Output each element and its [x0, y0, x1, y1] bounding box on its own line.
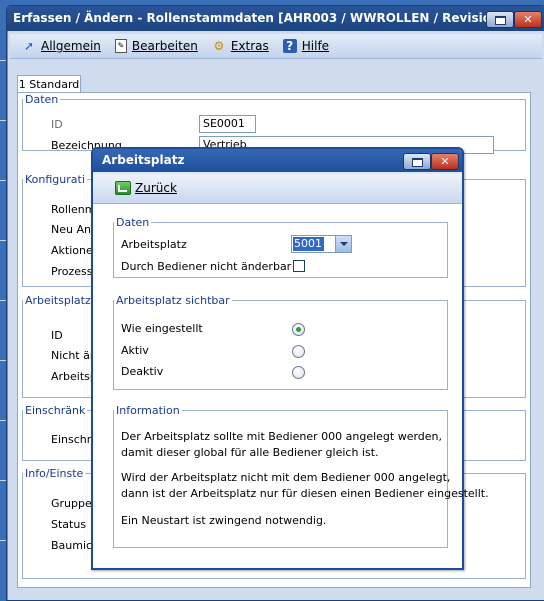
option-label: Deaktiv: [121, 365, 164, 378]
group-legend: Information: [116, 404, 180, 417]
info-text: Ein Neustart ist zwingend notwendig.: [121, 514, 327, 527]
dialog-body: Daten Arbeitsplatz 5001 Durch Bediener n…: [93, 204, 489, 568]
dialog-minimize-button[interactable]: [403, 153, 431, 170]
edit-icon: ✎: [114, 39, 127, 53]
dialog-group-sichtbar: Arbeitsplatz sichtbar: [113, 294, 448, 390]
window-icon: [495, 16, 506, 25]
group-legend: Info/Einste: [25, 467, 84, 480]
arbeitsplatz-row: ID: [51, 329, 63, 342]
menu-bar: ➚ Allgemein ✎ Bearbeiten ⚙ Extras ? Hilf…: [10, 34, 542, 59]
dialog-close-button[interactable]: ✕: [431, 153, 459, 170]
arbeitsplatz-value: 5001: [293, 237, 324, 251]
group-legend: Daten: [25, 93, 59, 106]
window-title: Erfassen / Ändern - Rollenstammdaten [AH…: [7, 6, 544, 31]
radio-aktiv[interactable]: [292, 345, 305, 358]
option-label: Wie eingestellt: [121, 322, 203, 335]
help-icon: ?: [282, 39, 297, 53]
menu-label: Allgemein: [41, 39, 101, 53]
group-legend: Arbeitsplatz: [25, 294, 91, 307]
minimize-button[interactable]: [486, 11, 514, 28]
menu-label: Hilfe: [301, 39, 330, 53]
group-legend: Arbeitsplatz sichtbar: [116, 294, 230, 307]
nicht-aenderbar-checkbox[interactable]: [293, 260, 305, 272]
info-text: Wird der Arbeitsplatz nicht mit dem Bedi…: [121, 471, 451, 484]
arbeitsplatz-dialog: Arbeitsplatz ✕ Zurück Daten Arbeitsplatz…: [91, 147, 489, 570]
menu-label: Bearbeiten: [131, 39, 198, 53]
tab-standard[interactable]: 1 Standard: [17, 75, 81, 93]
back-arrow-icon: [115, 181, 131, 195]
group-legend: Einschränk: [25, 404, 86, 417]
radio-wie-eingestellt[interactable]: [292, 323, 305, 336]
group-legend: Konfigurati: [25, 173, 85, 186]
back-button[interactable]: Zurück: [115, 181, 177, 195]
group-legend: Daten: [116, 216, 150, 229]
menu-extras[interactable]: ⚙ Extras: [212, 39, 269, 53]
info-text: dann ist der Arbeitsplatz nur für diesen…: [121, 487, 489, 500]
menu-bearbeiten[interactable]: ✎ Bearbeiten: [114, 39, 198, 53]
info-row: Gruppe: [51, 497, 92, 510]
menu-hilfe[interactable]: ? Hilfe: [282, 39, 330, 53]
id-field[interactable]: SE0001: [199, 115, 256, 133]
arbeitsplatz-label: Arbeitsplatz: [121, 238, 187, 251]
nicht-aenderbar-label: Durch Bediener nicht änderbar: [121, 260, 292, 273]
info-row: Status: [51, 518, 87, 531]
dialog-toolbar: Zurück: [93, 174, 462, 204]
info-text: damit dieser global für alle Bediener gl…: [121, 446, 379, 459]
window-icon: [412, 158, 423, 167]
option-label: Aktiv: [121, 344, 149, 357]
id-label: ID: [51, 118, 63, 131]
info-text: Der Arbeitsplatz sollte mit Bediener 000…: [121, 430, 443, 443]
arrow-icon: ➚: [23, 39, 35, 53]
menu-allgemein[interactable]: ➚ Allgemein: [22, 39, 101, 53]
arbeitsplatz-select[interactable]: 5001: [291, 235, 352, 253]
chevron-down-icon[interactable]: [335, 236, 351, 252]
back-label: Zurück: [135, 181, 177, 195]
menu-label: Extras: [230, 39, 269, 53]
radio-deaktiv[interactable]: [292, 366, 305, 379]
close-button[interactable]: ✕: [514, 11, 542, 28]
tools-icon: ⚙: [213, 39, 225, 53]
